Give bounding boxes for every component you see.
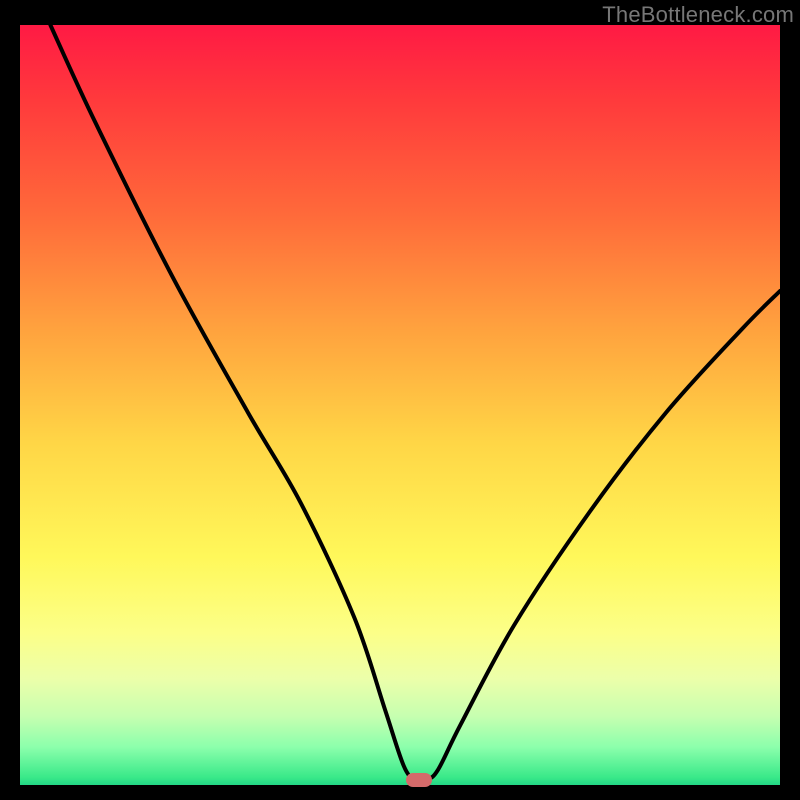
bottleneck-curve [50, 25, 780, 781]
optimal-point-marker [406, 773, 432, 787]
curve-svg [20, 25, 780, 785]
